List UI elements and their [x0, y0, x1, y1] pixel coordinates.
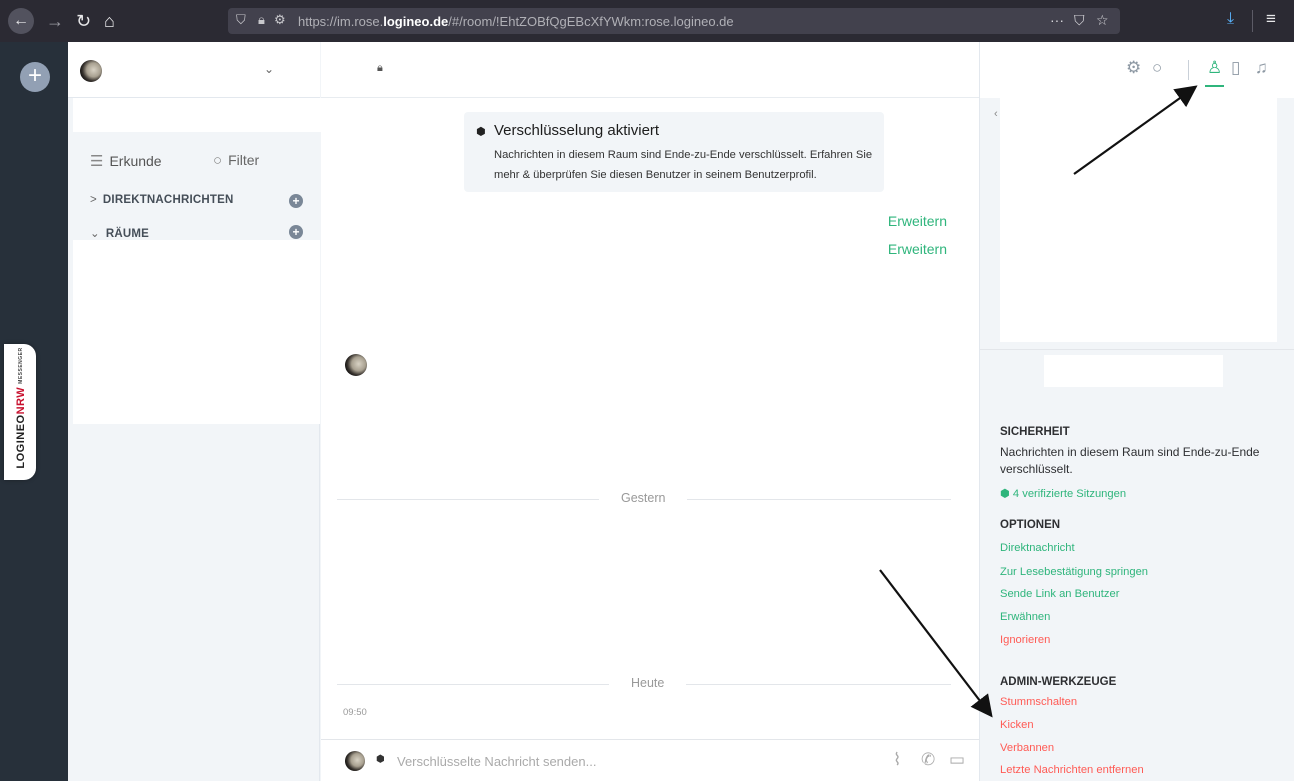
room-view: 🔒︎ ⬢ Verschlüsselung aktiviert Nachricht… [321, 42, 979, 781]
option-jump-to-read-receipt[interactable]: Zur Lesebestätigung springen [1000, 566, 1148, 578]
room-list-header: ☰ Erkunde ○ Filter > DIREKTNACHRICHTEN + ⌄ R… [73, 132, 320, 240]
list-icon: ☰ [90, 153, 104, 170]
notifications-bell-icon[interactable]: ♫ [1255, 58, 1268, 78]
shield-icon: ⬢ [376, 754, 385, 765]
user-id-box [1044, 355, 1223, 387]
explore-button[interactable]: ☰ Erkunde [90, 152, 162, 170]
right-panel-header: ⚙ ○ ♙ ▯ ♫ [980, 42, 1294, 98]
pocket-icon[interactable]: ⛉ [1074, 12, 1085, 29]
section-direct-messages[interactable]: > DIREKTNACHRICHTEN [90, 194, 233, 206]
verified-sessions-link[interactable]: ⬢ 4 verifizierte Sitzungen [1000, 487, 1126, 500]
section-rooms[interactable]: ⌄ RÄUME [90, 226, 149, 240]
files-icon[interactable]: ▯ [1231, 58, 1240, 78]
back-chevron-icon[interactable]: ‹ [994, 108, 998, 120]
brand-tab[interactable]: LOGINEONRWMESSENGER [4, 344, 36, 480]
option-share-link[interactable]: Sende Link an Benutzer [1000, 588, 1119, 600]
header-separator [1188, 60, 1189, 80]
address-bar[interactable]: ⛉ 🔒︎ ⚙ https://im.rose.logineo.de/#/room… [228, 8, 1120, 34]
encryption-notice: ⬢ Verschlüsselung aktiviert Nachrichten … [464, 112, 884, 192]
expand-link[interactable]: Erweitern [861, 241, 947, 257]
admin-tools-header: ADMIN-WERKZEUGE [1000, 676, 1117, 688]
filter-input[interactable]: ○ Filter [213, 152, 259, 169]
admin-mute[interactable]: Stummschalten [1000, 696, 1077, 708]
sender-avatar[interactable] [345, 354, 367, 376]
shield-icon[interactable]: ⛉ [236, 12, 246, 28]
permissions-icon[interactable]: ⚙ [274, 12, 286, 28]
security-header: SICHERHEIT [1000, 426, 1070, 438]
option-direct-message[interactable]: Direktnachricht [1000, 542, 1075, 554]
room-list-panel: ⌄ ☰ Erkunde ○ Filter > DIREKTNACHRICHTEN + … [68, 42, 328, 781]
shield-check-icon: ⬢ [1000, 488, 1013, 500]
browser-toolbar: ← → ↻ ⌂ ⛉ 🔒︎ ⚙ https://im.rose.logineo.d… [0, 0, 1294, 42]
room-list: ☰ Erkunde ○ Filter > DIREKTNACHRICHTEN + ⌄ R… [73, 132, 320, 424]
forward-icon[interactable]: → [46, 8, 64, 34]
option-ignore[interactable]: Ignorieren [1000, 634, 1050, 646]
add-direct-message-button[interactable]: + [289, 194, 303, 208]
people-icon[interactable]: ♙ [1204, 58, 1225, 87]
message-input[interactable]: Verschlüsselte Nachricht senden... [397, 754, 596, 769]
user-info-panel: ⚙ ○ ♙ ▯ ♫ ‹ SICHERHEIT Nachrichten in di… [979, 42, 1294, 781]
add-room-button[interactable]: + [289, 225, 303, 239]
search-icon[interactable]: ○ [1152, 58, 1162, 78]
home-icon[interactable]: ⌂ [104, 8, 115, 34]
security-text: Nachrichten in diesem Raum sind Ende-zu-… [1000, 445, 1260, 476]
video-call-icon[interactable]: ▭ [949, 750, 965, 770]
toolbar-separator [1252, 10, 1253, 32]
settings-icon[interactable]: ⚙ [1126, 58, 1141, 78]
url-text[interactable]: https://im.rose.logineo.de/#/room/!EhtZO… [298, 14, 734, 29]
chevron-down-icon[interactable]: ⌄ [264, 62, 274, 76]
message-timestamp: 09:50 [343, 707, 367, 718]
bookmark-star-icon[interactable]: ☆ [1096, 12, 1109, 29]
expand-link[interactable]: Erweitern [861, 213, 947, 229]
hamburger-menu-icon[interactable]: ≡ [1266, 9, 1276, 29]
reload-icon[interactable]: ↻ [76, 8, 91, 34]
room-header: 🔒︎ [321, 42, 979, 98]
room-search-area[interactable] [73, 98, 328, 132]
date-label-yesterday: Gestern [599, 491, 688, 505]
options-header: OPTIONEN [1000, 519, 1061, 531]
lock-icon[interactable]: 🔒︎ [258, 12, 265, 28]
admin-kick[interactable]: Kicken [1000, 719, 1034, 731]
encryption-body: Nachrichten in diesem Raum sind Ende-zu-… [494, 149, 873, 181]
encryption-title: Verschlüsselung aktiviert [494, 122, 660, 139]
option-mention[interactable]: Erwähnen [1000, 611, 1050, 623]
more-icon[interactable]: ··· [1050, 12, 1064, 28]
own-avatar[interactable] [345, 751, 365, 771]
user-avatar[interactable] [80, 60, 102, 82]
messenger-app: + LOGINEONRWMESSENGER ⌄ ☰ Erkunde ○ Filter… [0, 42, 1294, 781]
search-icon: ○ [213, 152, 223, 169]
voice-call-icon[interactable]: ✆ [921, 750, 935, 770]
user-menu[interactable]: ⌄ [68, 42, 320, 98]
message-composer: ⬢ Verschlüsselte Nachricht senden... ⌇ ✆… [321, 739, 979, 781]
admin-ban[interactable]: Verbannen [1000, 742, 1054, 754]
download-icon[interactable]: ⤓ [1227, 10, 1234, 28]
back-icon[interactable]: ← [8, 8, 34, 34]
create-space-button[interactable]: + [20, 62, 50, 92]
admin-remove-recent-messages[interactable]: Letzte Nachrichten entfernen [1000, 764, 1144, 776]
logineo-logo: LOGINEONRWMESSENGER [15, 347, 27, 469]
user-profile-card: ‹ [994, 98, 1277, 342]
date-label-today: Heute [609, 676, 687, 690]
panel-divider [980, 349, 1294, 350]
lock-icon: 🔒︎ [377, 62, 383, 74]
shield-icon: ⬢ [476, 126, 486, 138]
paperclip-icon[interactable]: ⌇ [893, 750, 901, 770]
